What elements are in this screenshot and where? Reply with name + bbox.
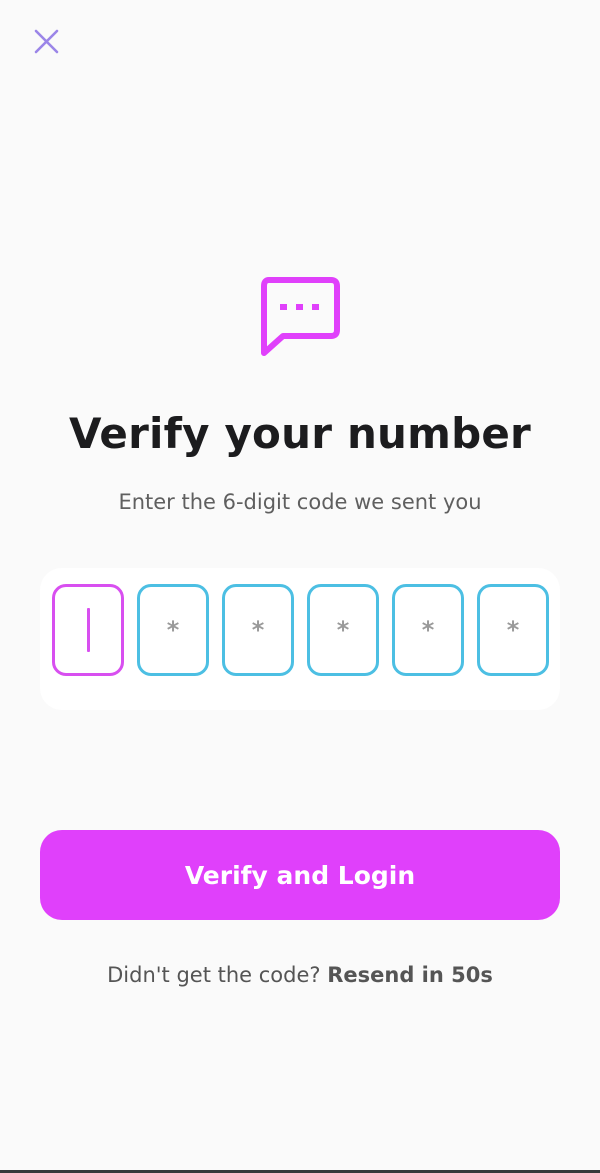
code-digit-1[interactable] (52, 584, 124, 676)
code-input-group: * * * * * (40, 568, 560, 710)
close-icon (34, 29, 59, 54)
resend-prompt: Didn't get the code? (107, 963, 321, 987)
resend-row: Didn't get the code? Resend in 50s (0, 960, 600, 990)
page-title: Verify your number (69, 409, 531, 458)
code-digit-5[interactable]: * (392, 584, 464, 676)
resend-link[interactable]: Resend in 50s (327, 963, 493, 987)
code-digit-2[interactable]: * (137, 584, 209, 676)
verify-and-login-button[interactable]: Verify and Login (40, 830, 560, 920)
code-digit-placeholder: * (506, 616, 520, 644)
code-digit-placeholder: * (336, 616, 350, 644)
code-digit-4[interactable]: * (307, 584, 379, 676)
code-digit-placeholder: * (251, 616, 265, 644)
code-digit-placeholder: * (421, 616, 435, 644)
code-digit-placeholder: * (166, 616, 180, 644)
code-digit-3[interactable]: * (222, 584, 294, 676)
text-caret (86, 608, 90, 652)
code-digit-6[interactable]: * (477, 584, 549, 676)
chat-bubble-ellipsis-icon (259, 276, 341, 356)
close-button[interactable] (30, 26, 62, 58)
page-subtitle: Enter the 6-digit code we sent you (118, 490, 482, 514)
